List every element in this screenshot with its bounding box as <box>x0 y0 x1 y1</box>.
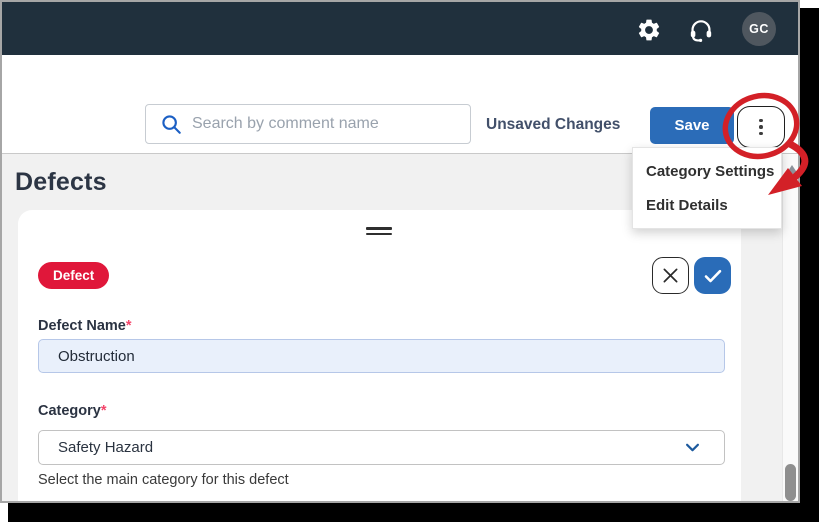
chevron-down-icon <box>685 443 700 452</box>
settings-gear-icon[interactable] <box>636 17 662 43</box>
category-helper-text: Select the main category for this defect <box>38 472 289 488</box>
window-shadow-bottom <box>8 503 800 522</box>
app-window: GC Unsaved Changes Save Defects Defect D… <box>0 0 800 503</box>
scrollbar-thumb[interactable] <box>785 464 796 501</box>
scroll-up-arrow-icon[interactable] <box>786 165 798 174</box>
close-icon <box>662 267 679 284</box>
category-label: Category* <box>38 403 107 419</box>
vertical-scrollbar[interactable] <box>782 154 798 501</box>
required-marker: * <box>101 403 107 419</box>
required-marker: * <box>126 318 132 334</box>
category-selected-value: Safety Hazard <box>58 439 153 456</box>
cancel-button[interactable] <box>652 257 689 294</box>
defect-name-input[interactable] <box>38 339 725 373</box>
search-icon <box>160 113 182 135</box>
more-actions-menu: Category Settings Edit Details <box>632 147 782 229</box>
unsaved-changes-status: Unsaved Changes <box>486 116 620 134</box>
defect-card: Defect Defect Name* Category* Safety Haz… <box>18 210 741 501</box>
defect-name-label: Defect Name* <box>38 318 132 334</box>
support-headset-icon[interactable] <box>688 17 714 43</box>
confirm-button[interactable] <box>694 257 731 294</box>
page-title: Defects <box>15 168 107 197</box>
defect-type-badge: Defect <box>38 262 109 289</box>
top-navbar: GC <box>2 2 798 55</box>
search-input[interactable] <box>192 115 462 133</box>
window-shadow-right <box>800 8 819 522</box>
menu-item-edit-details[interactable]: Edit Details <box>633 188 781 222</box>
save-button[interactable]: Save <box>650 107 734 144</box>
category-select[interactable]: Safety Hazard <box>38 430 725 465</box>
menu-item-category-settings[interactable]: Category Settings <box>633 154 781 188</box>
drag-handle[interactable] <box>366 227 392 238</box>
more-actions-button[interactable] <box>737 106 785 148</box>
kebab-menu-icon <box>759 119 763 123</box>
user-avatar[interactable]: GC <box>742 12 776 46</box>
search-box <box>145 104 471 144</box>
check-icon <box>704 269 722 283</box>
